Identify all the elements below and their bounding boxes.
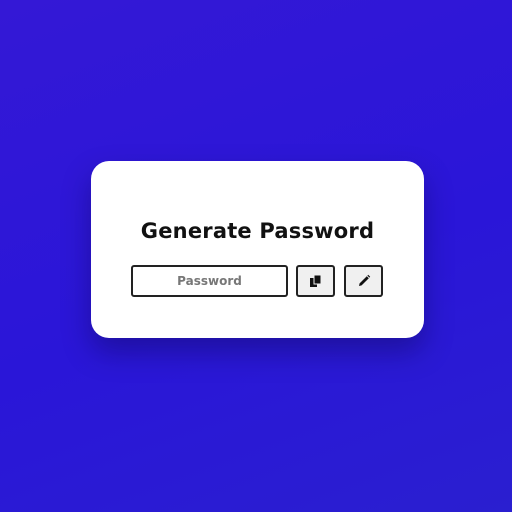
page-title: Generate Password: [140, 219, 375, 243]
password-input[interactable]: [131, 265, 288, 297]
password-card: Generate Password: [91, 161, 424, 338]
copy-icon: [309, 274, 323, 288]
generate-button[interactable]: [344, 265, 383, 297]
copy-button[interactable]: [296, 265, 335, 297]
pencil-icon: [357, 274, 371, 288]
